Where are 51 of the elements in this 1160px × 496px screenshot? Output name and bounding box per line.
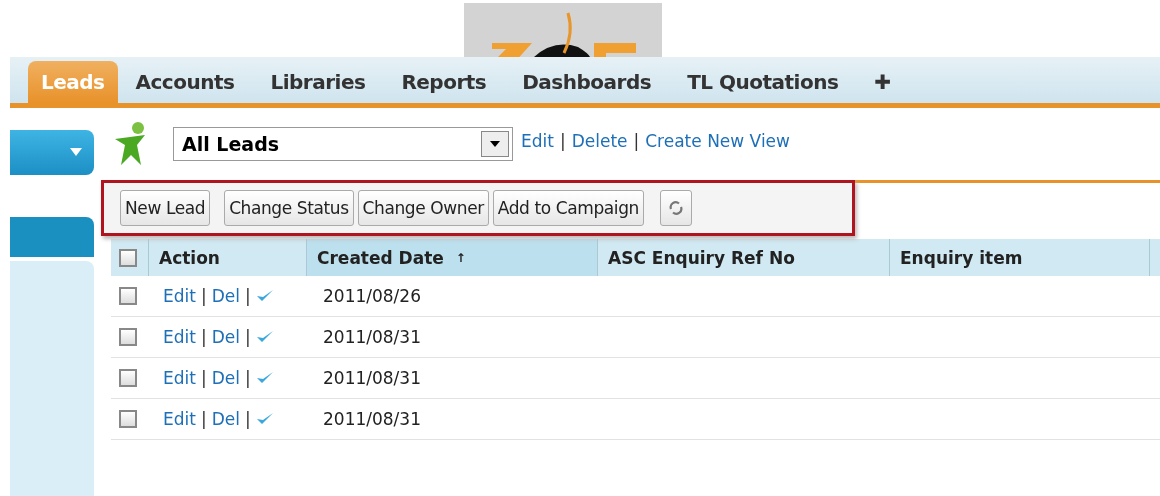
separator: |: [244, 368, 251, 388]
nav-tab[interactable]: ✚: [856, 61, 909, 103]
separator: |: [200, 409, 207, 429]
row-link[interactable]: Del: [211, 409, 240, 429]
row-checkbox[interactable]: [119, 287, 137, 305]
toolbar-button[interactable]: Change Status: [224, 190, 354, 226]
view-link[interactable]: Delete: [571, 131, 628, 151]
row-checkbox[interactable]: [119, 369, 137, 387]
toolbar-button[interactable]: Change Owner: [357, 190, 489, 226]
refresh-icon: [667, 200, 684, 216]
view-link[interactable]: Edit: [521, 131, 554, 151]
table-cell-text: 2011/08/26: [322, 286, 421, 306]
checkmark-icon: [255, 412, 274, 426]
table-cell-text: 2011/08/31: [322, 409, 421, 429]
sidebar-dropdown[interactable]: [10, 130, 94, 175]
column-header[interactable]: Enquiry item: [890, 239, 1150, 276]
column-header[interactable]: ASC Enquiry Ref No: [598, 239, 890, 276]
row-link[interactable]: Edit: [163, 327, 196, 347]
checkmark-icon: [255, 371, 274, 385]
nav-tab[interactable]: Dashboards: [504, 61, 670, 103]
nav-tab[interactable]: TL Quotations: [669, 61, 857, 103]
table-cell-text: 2011/08/31: [322, 327, 421, 347]
select-all-checkbox[interactable]: [119, 248, 137, 267]
view-link[interactable]: Create New View: [645, 131, 790, 151]
table-cell-text: 2011/08/31: [322, 368, 421, 388]
checkmark-icon: [255, 289, 274, 303]
row-checkbox[interactable]: [119, 410, 137, 428]
checkmark-icon: [255, 330, 274, 344]
separator: |: [200, 327, 207, 347]
row-link[interactable]: Del: [211, 286, 240, 306]
separator: |: [244, 409, 251, 429]
toolbar-button[interactable]: New Lead: [120, 190, 211, 226]
row-link[interactable]: Edit: [163, 286, 196, 306]
separator: |: [200, 286, 207, 306]
row-link[interactable]: Del: [211, 368, 240, 388]
row-link[interactable]: Edit: [163, 409, 196, 429]
column-header[interactable]: Created Date ↑: [307, 239, 598, 276]
separator: |: [244, 286, 251, 306]
separator: |: [200, 368, 207, 388]
separator: |: [633, 131, 640, 151]
row-link[interactable]: Edit: [163, 368, 196, 388]
nav-tab[interactable]: Accounts: [117, 61, 253, 103]
row-link[interactable]: Del: [211, 327, 240, 347]
toolbar-button[interactable]: Add to Campaign: [492, 190, 644, 226]
separator: |: [244, 327, 251, 347]
view-select[interactable]: All Leads: [173, 127, 513, 161]
nav-tab[interactable]: Libraries: [252, 61, 384, 103]
separator: |: [559, 131, 566, 151]
refresh-button[interactable]: [659, 190, 692, 226]
nav-tab[interactable]: Reports: [383, 61, 505, 103]
row-checkbox[interactable]: [119, 328, 137, 346]
